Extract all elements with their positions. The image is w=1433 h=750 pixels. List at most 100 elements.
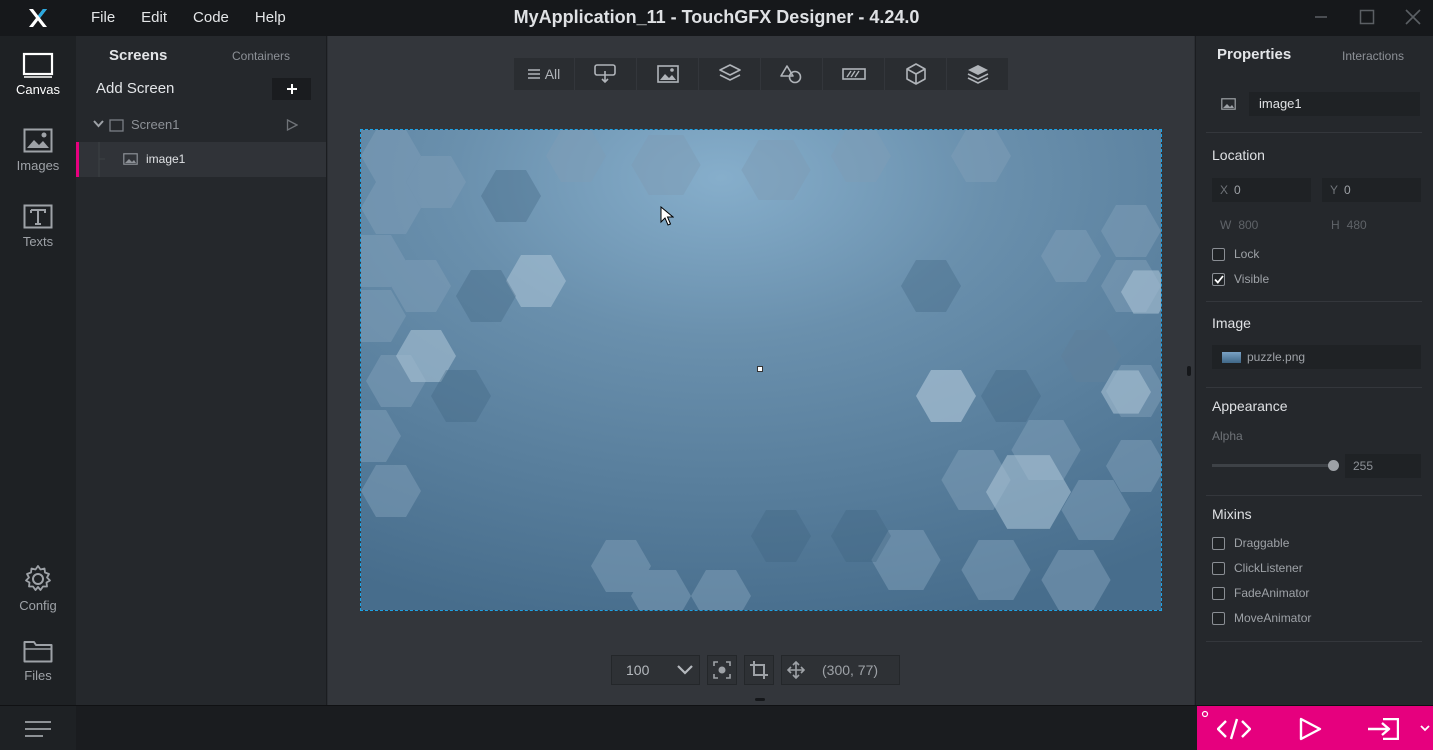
visible-label: Visible	[1234, 272, 1270, 286]
mixin-moveanimator-checkbox[interactable]	[1212, 611, 1225, 625]
mixin-clicklistener-checkbox[interactable]	[1212, 561, 1225, 575]
nav-canvas[interactable]: Canvas	[0, 42, 76, 112]
add-screen-label: Add Screen	[96, 80, 175, 97]
menu-help[interactable]: Help	[242, 0, 299, 36]
play-icon	[1299, 717, 1322, 740]
run-target-dropdown[interactable]	[1418, 706, 1432, 750]
fit-to-screen-button[interactable]	[707, 655, 737, 685]
alpha-slider-thumb[interactable]	[1328, 460, 1339, 471]
status-dot-icon	[1201, 710, 1209, 718]
filter-shape-button[interactable]	[761, 58, 822, 90]
images-icon	[23, 128, 53, 153]
image-file-select[interactable]: puzzle.png	[1212, 345, 1421, 369]
move-icon[interactable]	[782, 656, 810, 684]
filter-layers-button[interactable]	[947, 58, 1008, 90]
filter-progress-button[interactable]	[823, 58, 884, 90]
crop-button[interactable]	[744, 655, 774, 685]
properties-panel: Properties Interactions image1 Location …	[1187, 36, 1433, 705]
minimize-button[interactable]	[1298, 0, 1344, 34]
x-value: 0	[1234, 183, 1241, 197]
mixin-draggable-checkbox[interactable]	[1212, 536, 1225, 550]
image-icon	[656, 65, 679, 83]
mixin-draggable-label: Draggable	[1234, 536, 1290, 550]
filter-3d-button[interactable]	[885, 58, 946, 90]
lock-checkbox[interactable]	[1212, 247, 1225, 261]
width-field: W 800	[1220, 218, 1258, 232]
focus-icon	[713, 661, 731, 679]
tree-screen-row[interactable]: Screen1	[76, 114, 326, 138]
tree-widget-row[interactable]: image1	[76, 142, 326, 177]
canvas-icon	[22, 52, 54, 78]
bottom-bar	[0, 705, 1433, 750]
chevron-down-icon	[1420, 725, 1430, 732]
mixin-fadeanimator-row[interactable]: FadeAnimator	[1212, 586, 1309, 600]
x-input[interactable]: X0	[1212, 178, 1311, 202]
y-input[interactable]: Y0	[1322, 178, 1421, 202]
visible-checkbox-row[interactable]: Visible	[1212, 272, 1269, 286]
image-widget-icon	[1221, 98, 1236, 110]
panel-resize-grip[interactable]	[1187, 366, 1191, 376]
tab-properties[interactable]: Properties	[1217, 46, 1291, 63]
alpha-input[interactable]: 255	[1345, 454, 1421, 478]
nav-config[interactable]: Config	[0, 554, 76, 624]
close-button[interactable]	[1390, 0, 1433, 34]
screen-artboard[interactable]	[360, 129, 1162, 611]
nav-texts[interactable]: Texts	[0, 194, 76, 264]
generate-code-button[interactable]	[1211, 706, 1257, 750]
canvas-resize-handle[interactable]	[755, 698, 765, 701]
mixin-clicklistener-label: ClickListener	[1234, 561, 1303, 575]
appearance-title: Appearance	[1212, 398, 1288, 414]
mixin-moveanimator-row[interactable]: MoveAnimator	[1212, 611, 1311, 625]
tab-containers[interactable]: Containers	[232, 36, 290, 76]
mixin-fadeanimator-checkbox[interactable]	[1212, 586, 1225, 600]
menu-file[interactable]: File	[78, 0, 128, 36]
filter-interaction-button[interactable]	[575, 58, 636, 90]
maximize-button[interactable]	[1344, 0, 1390, 34]
cursor-coordinates-value: (300, 77)	[822, 662, 879, 678]
play-screen-icon[interactable]	[286, 119, 298, 131]
touchgfx-logo-icon[interactable]	[0, 0, 76, 36]
menu-code[interactable]: Code	[180, 0, 242, 36]
action-buttons	[1197, 706, 1433, 750]
tree-connector	[98, 142, 105, 177]
lock-checkbox-row[interactable]: Lock	[1212, 247, 1259, 261]
mixin-fadeanimator-label: FadeAnimator	[1234, 586, 1310, 600]
nav-canvas-label: Canvas	[15, 82, 61, 97]
alpha-label: Alpha	[1212, 429, 1243, 443]
title-bar: File Edit Code Help MyApplication_11 - T…	[0, 0, 1433, 36]
run-target-button[interactable]	[1360, 706, 1406, 750]
h-label: H	[1331, 218, 1340, 232]
divider	[1206, 387, 1422, 388]
mouse-cursor-icon	[660, 206, 674, 226]
mixin-clicklistener-row[interactable]: ClickListener	[1212, 561, 1303, 575]
widget-toolbar: All	[514, 58, 1008, 90]
nav-config-label: Config	[19, 598, 57, 613]
filter-image-button[interactable]	[637, 58, 698, 90]
add-screen-button[interactable]	[272, 78, 311, 100]
tab-interactions[interactable]: Interactions	[1342, 49, 1404, 63]
nav-images[interactable]: Images	[0, 118, 76, 188]
visible-checkbox[interactable]	[1212, 272, 1225, 286]
divider	[1206, 132, 1422, 133]
mixin-draggable-row[interactable]: Draggable	[1212, 536, 1289, 550]
mixins-title: Mixins	[1212, 506, 1252, 522]
layers-icon	[967, 65, 988, 84]
filter-all-button[interactable]: All	[514, 58, 574, 90]
filter-container-button[interactable]	[699, 58, 760, 90]
log-toggle-button[interactable]	[0, 706, 76, 750]
menu-edit[interactable]: Edit	[128, 0, 180, 36]
alpha-slider-track[interactable]	[1212, 464, 1334, 467]
canvas-bottom-tools: 100 (300, 77)	[611, 655, 900, 685]
height-field: H 480	[1331, 218, 1367, 232]
selection-center-handle[interactable]	[757, 366, 763, 372]
menu-bar: File Edit Code Help	[78, 0, 299, 36]
run-simulator-button[interactable]	[1287, 706, 1333, 750]
list-icon	[527, 69, 540, 79]
widget-name-input[interactable]: image1	[1249, 92, 1420, 116]
nav-files[interactable]: Files	[0, 628, 76, 698]
zoom-select[interactable]: 100	[611, 655, 700, 685]
chevron-down-icon[interactable]	[93, 120, 104, 129]
nav-texts-label: Texts	[22, 234, 54, 249]
x-label: X	[1220, 183, 1229, 197]
tab-screens[interactable]: Screens	[109, 36, 167, 76]
